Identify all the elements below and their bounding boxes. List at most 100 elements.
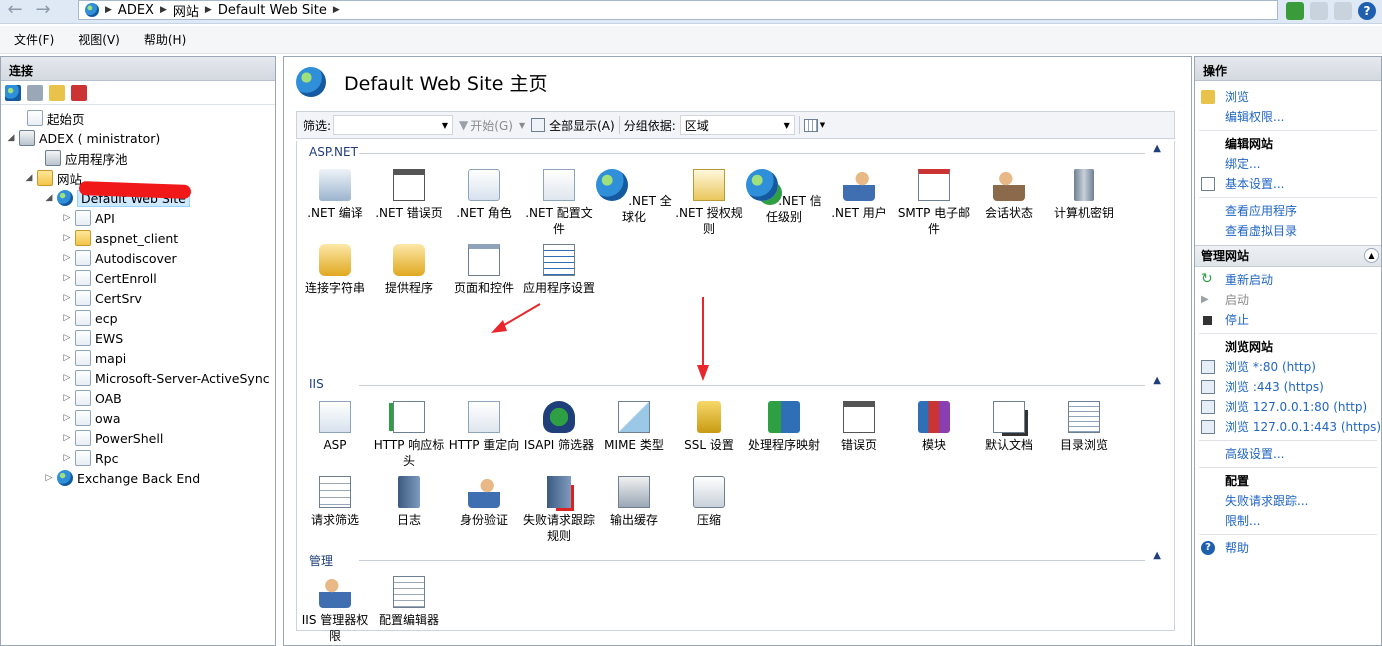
stop-icon[interactable] xyxy=(1310,2,1328,20)
tree-node-certsrv[interactable]: ▷ CertSrv xyxy=(1,288,275,308)
feature-logging[interactable]: 日志 xyxy=(371,476,447,528)
collapsed-chevron-icon[interactable]: ▷ xyxy=(61,213,73,223)
tree-node-ecp[interactable]: ▷ ecp xyxy=(1,308,275,328)
filter-input[interactable]: ▼ xyxy=(333,115,454,135)
action-advanced-settings[interactable]: 高级设置... xyxy=(1195,444,1381,464)
menu-view[interactable]: 视图(V) xyxy=(64,31,130,48)
expanded-chevron-icon[interactable]: ◢ xyxy=(5,133,17,143)
tree-node-ews[interactable]: ▷ EWS xyxy=(1,328,275,348)
feature-authentication[interactable]: 身份验证 xyxy=(446,476,522,528)
collapsed-chevron-icon[interactable]: ▷ xyxy=(61,413,73,423)
feature-compression[interactable]: 压缩 xyxy=(671,476,747,528)
collapse-chevron-icon[interactable]: ▲ xyxy=(1364,248,1379,263)
feature-isapi-filters[interactable]: ISAPI 筛选器 xyxy=(521,401,597,453)
feature-configuration-editor[interactable]: 配置编辑器 xyxy=(371,576,447,628)
feature-net-compilation[interactable]: .NET 编译 xyxy=(297,169,373,221)
action-restart[interactable]: ↻ 重新启动 xyxy=(1195,270,1381,290)
action-view-applications[interactable]: 查看应用程序 xyxy=(1195,201,1381,221)
feature-output-caching[interactable]: 输出缓存 xyxy=(596,476,672,528)
action-browse-localhost-80[interactable]: 浏览 127.0.0.1:80 (http) xyxy=(1195,397,1381,417)
disconnect-icon[interactable] xyxy=(71,84,87,101)
collapse-chevron-icon[interactable]: ▲ xyxy=(1153,550,1161,561)
feature-default-document[interactable]: 默认文档 xyxy=(971,401,1047,453)
tree-node-rpc[interactable]: ▷ Rpc xyxy=(1,448,275,468)
action-bindings[interactable]: 绑定... xyxy=(1195,154,1381,174)
help-icon[interactable]: ? xyxy=(1358,2,1376,20)
group-header-aspnet[interactable]: ASP.NET ▲ xyxy=(309,143,1161,161)
feature-handler-mappings[interactable]: 处理程序映射 xyxy=(746,401,822,453)
action-edit-permissions[interactable]: 编辑权限... xyxy=(1195,107,1381,127)
tree-node-activesync[interactable]: ▷ Microsoft-Server-ActiveSync xyxy=(1,368,275,388)
collapsed-chevron-icon[interactable]: ▷ xyxy=(61,293,73,303)
tree-node-app-pools[interactable]: 应用程序池 xyxy=(1,148,275,168)
feature-net-globalization[interactable]: .NET 全球化 xyxy=(596,169,672,225)
feature-error-pages[interactable]: 错误页 xyxy=(821,401,897,453)
feature-net-users[interactable]: .NET 用户 xyxy=(821,169,897,221)
action-view-virtual-directories[interactable]: 查看虚拟目录 xyxy=(1195,221,1381,241)
feature-providers[interactable]: 提供程序 xyxy=(371,244,447,296)
action-browse[interactable]: 浏览 xyxy=(1195,87,1381,107)
feature-session-state[interactable]: 会话状态 xyxy=(971,169,1047,221)
action-failed-request-tracing[interactable]: 失败请求跟踪... xyxy=(1195,491,1381,511)
expanded-chevron-icon[interactable]: ◢ xyxy=(23,173,35,183)
feature-iis-manager-permissions[interactable]: IIS 管理器权限 xyxy=(297,576,373,644)
group-by-select[interactable]: 区域 ▼ xyxy=(679,115,795,135)
feature-failed-request-tracing[interactable]: 失败请求跟踪规则 xyxy=(521,476,597,544)
collapse-chevron-icon[interactable]: ▲ xyxy=(1153,143,1161,154)
home-icon[interactable] xyxy=(1334,2,1352,20)
save-icon[interactable] xyxy=(27,84,43,101)
feature-net-authorization[interactable]: .NET 授权规则 xyxy=(671,169,747,237)
tree-node-mapi[interactable]: ▷ mapi xyxy=(1,348,275,368)
collapsed-chevron-icon[interactable]: ▷ xyxy=(61,273,73,283)
feature-net-profile[interactable]: .NET 配置文件 xyxy=(521,169,597,237)
action-browse-localhost-443[interactable]: 浏览 127.0.0.1:443 (https) xyxy=(1195,417,1381,437)
collapsed-chevron-icon[interactable]: ▷ xyxy=(61,253,73,263)
view-mode-icon[interactable] xyxy=(803,118,818,132)
tree-node-owa[interactable]: ▷ owa xyxy=(1,408,275,428)
show-all-button[interactable]: 全部显示(A) xyxy=(549,117,615,134)
menu-file[interactable]: 文件(F) xyxy=(0,31,64,48)
tree-node-exchange-back-end[interactable]: ▷ Exchange Back End xyxy=(1,468,275,488)
action-limits[interactable]: 限制... xyxy=(1195,511,1381,531)
collapsed-chevron-icon[interactable]: ▷ xyxy=(61,373,73,383)
up-folder-icon[interactable] xyxy=(49,84,65,101)
start-filter-button[interactable]: 开始(G) xyxy=(470,117,513,134)
feature-mime-types[interactable]: MIME 类型 xyxy=(596,401,672,453)
dropdown-arrow-icon[interactable]: ▼ xyxy=(820,121,825,129)
tree-node-powershell[interactable]: ▷ PowerShell xyxy=(1,428,275,448)
forward-arrow-icon[interactable]: → xyxy=(30,1,56,21)
collapsed-chevron-icon[interactable]: ▷ xyxy=(61,233,73,243)
tree-node-certenroll[interactable]: ▷ CertEnroll xyxy=(1,268,275,288)
group-header-management[interactable]: 管理 ▲ xyxy=(309,550,1161,568)
feature-machine-key[interactable]: 计算机密钥 xyxy=(1046,169,1122,221)
collapsed-chevron-icon[interactable]: ▷ xyxy=(61,353,73,363)
feature-smtp-email[interactable]: SMTP 电子邮件 xyxy=(896,169,972,237)
collapsed-chevron-icon[interactable]: ▷ xyxy=(43,473,55,483)
tree-node-start-page[interactable]: 起始页 xyxy=(1,108,275,128)
connect-globe-icon[interactable] xyxy=(5,84,21,101)
feature-ssl-settings[interactable]: SSL 设置 xyxy=(671,401,747,453)
tree-node-api[interactable]: ▷ API xyxy=(1,208,275,228)
collapsed-chevron-icon[interactable]: ▷ xyxy=(61,433,73,443)
tree-node-aspnet-client[interactable]: ▷ aspnet_client xyxy=(1,228,275,248)
action-start[interactable]: ▶ 启动 xyxy=(1195,290,1381,310)
action-browse-443[interactable]: 浏览 :443 (https) xyxy=(1195,377,1381,397)
refresh-icon[interactable] xyxy=(1286,2,1304,20)
feature-request-filtering[interactable]: 请求筛选 xyxy=(297,476,373,528)
feature-directory-browsing[interactable]: 目录浏览 xyxy=(1046,401,1122,453)
action-basic-settings[interactable]: 基本设置... xyxy=(1195,174,1381,194)
tree-node-oab[interactable]: ▷ OAB xyxy=(1,388,275,408)
expanded-chevron-icon[interactable]: ◢ xyxy=(43,193,55,203)
collapsed-chevron-icon[interactable]: ▷ xyxy=(61,453,73,463)
breadcrumb-sites[interactable]: 网站 xyxy=(173,1,199,20)
feature-connection-strings[interactable]: 连接字符串 xyxy=(297,244,373,296)
action-help[interactable]: ? 帮助 xyxy=(1195,538,1381,558)
breadcrumb[interactable]: ▶ ADEX ▶ 网站 ▶ Default Web Site ▶ xyxy=(78,0,1278,20)
tree-node-autodiscover[interactable]: ▷ Autodiscover xyxy=(1,248,275,268)
feature-net-trust-levels[interactable]: .NET 信任级别 xyxy=(746,169,822,225)
collapsed-chevron-icon[interactable]: ▷ xyxy=(61,313,73,323)
feature-app-settings[interactable]: 应用程序设置 xyxy=(521,244,597,296)
feature-http-redirect[interactable]: HTTP 重定向 xyxy=(446,401,522,453)
feature-net-error-pages[interactable]: .NET 错误页 xyxy=(371,169,447,221)
collapsed-chevron-icon[interactable]: ▷ xyxy=(61,393,73,403)
